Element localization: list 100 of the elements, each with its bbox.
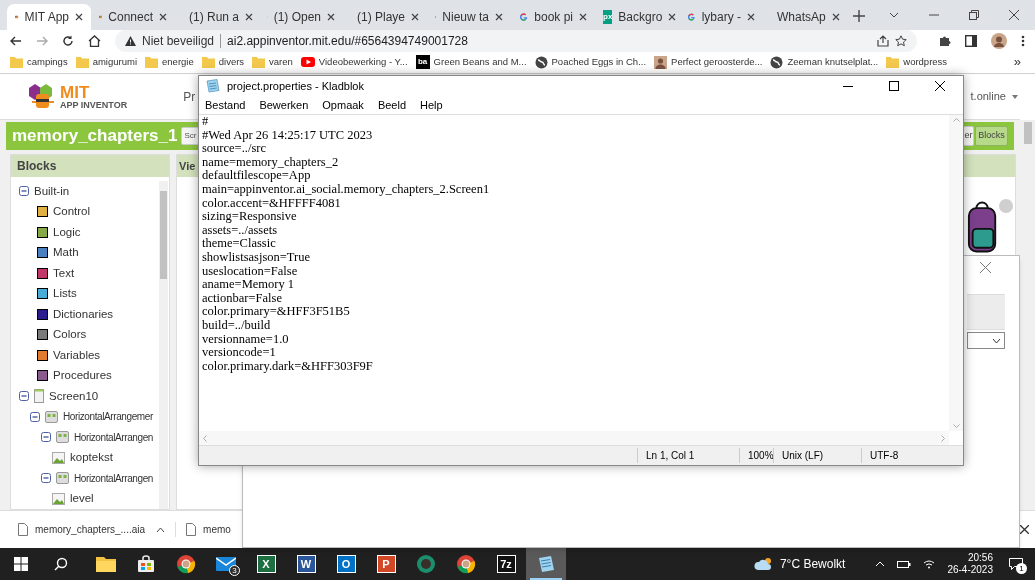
close-icon[interactable] <box>495 13 503 21</box>
collapse-icon[interactable] <box>30 411 40 422</box>
screen-button[interactable]: Scr <box>181 127 200 145</box>
battery-icon[interactable] <box>897 559 912 569</box>
restore-icon[interactable] <box>969 10 979 20</box>
browser-tab[interactable]: WhatsAp <box>763 4 847 30</box>
collapse-icon[interactable] <box>41 432 51 443</box>
browser-tab[interactable]: (1) Run a <box>175 4 259 30</box>
tree-item[interactable]: HorizontalArrangen <box>74 429 153 445</box>
tree-item[interactable]: HorizontalArrangen <box>74 470 153 486</box>
browser-tab[interactable]: lybary - <box>679 4 763 30</box>
bookmark[interactable]: campings <box>10 54 68 70</box>
menu-item[interactable]: Pr <box>183 87 196 106</box>
close-icon[interactable] <box>327 13 335 21</box>
close-icon[interactable] <box>411 13 420 21</box>
tree-item[interactable]: Variables <box>53 346 101 364</box>
tree-item[interactable]: Control <box>53 203 91 221</box>
account-menu[interactable]: t.online <box>970 88 1018 105</box>
download-item[interactable]: memo <box>186 522 231 537</box>
back-icon[interactable] <box>10 34 22 47</box>
tree-item[interactable]: koptekst <box>70 449 113 467</box>
avatar-icon[interactable] <box>991 32 1007 49</box>
page-scrollbar[interactable] <box>1020 120 1035 510</box>
more-icon[interactable] <box>1021 34 1025 47</box>
collapse-icon[interactable] <box>19 391 29 402</box>
close-icon[interactable] <box>159 13 167 21</box>
app-icon[interactable]: 7z <box>496 555 516 573</box>
shopping-bag-icon[interactable] <box>137 555 155 573</box>
app-icon[interactable]: O <box>336 555 356 573</box>
bookmark[interactable]: Videobewerking - Y... <box>300 54 408 70</box>
app-icon[interactable]: X <box>256 555 276 573</box>
menu-item[interactable]: Bestand <box>205 96 246 114</box>
browser-tab[interactable]: (1) Open <box>259 4 343 30</box>
tree-item[interactable]: Text <box>53 264 75 282</box>
mail-icon[interactable] <box>216 556 236 572</box>
scrollbar[interactable] <box>159 181 168 509</box>
reload-icon[interactable] <box>62 34 74 47</box>
notepad-icon[interactable] <box>537 555 555 573</box>
browser-tab[interactable]: MIT App <box>7 4 91 30</box>
tree-item[interactable]: level <box>70 490 94 508</box>
browser-tab[interactable]: (1) Playe <box>343 4 427 30</box>
close-icon[interactable] <box>579 13 587 21</box>
menu-item[interactable]: Help <box>420 96 443 114</box>
chevron-down-icon[interactable] <box>889 12 899 18</box>
download-item[interactable]: memory_chapters_....aia <box>18 522 177 537</box>
home-icon[interactable] <box>88 34 101 47</box>
app-icon[interactable]: P <box>376 555 396 573</box>
browser-tab[interactable]: book pi <box>511 4 595 30</box>
browser-tab[interactable]: Connect <box>91 4 175 30</box>
collapse-icon[interactable] <box>41 473 51 484</box>
view-toggle-button[interactable]: Blocks <box>975 126 1008 146</box>
clock[interactable]: 20:56 26-4-2023 <box>947 552 993 576</box>
plus-icon[interactable] <box>853 10 865 22</box>
menu-item[interactable]: Beeld <box>377 96 406 114</box>
more-bookmarks-button[interactable]: » <box>1013 52 1021 72</box>
bookmark[interactable]: Perfect geroosterde... <box>654 54 763 70</box>
bookmark[interactable]: amigurumi <box>75 54 138 70</box>
browser-tab[interactable]: Nieuw ta <box>427 4 511 30</box>
chevron-up-icon[interactable] <box>156 526 166 533</box>
bookmark[interactable]: Zeeman knutselplat... <box>770 54 879 70</box>
wifi-icon[interactable] <box>923 559 936 569</box>
dropdown[interactable] <box>967 332 1005 349</box>
tree-item[interactable]: HorizontalArrangemer <box>63 409 153 425</box>
bookmark[interactable]: Poached Eggs in Ch... <box>534 54 647 70</box>
tree-item[interactable]: Colors <box>53 326 87 344</box>
side-panel-icon[interactable] <box>965 34 977 47</box>
bookmark[interactable]: varen <box>252 54 293 70</box>
puzzle-icon[interactable] <box>939 34 951 47</box>
app-icon[interactable]: W <box>296 555 316 573</box>
windows-icon[interactable] <box>14 557 28 571</box>
close-icon[interactable] <box>1009 10 1019 20</box>
tree-item[interactable]: Dictionaries <box>53 305 114 323</box>
close-icon[interactable] <box>668 13 677 21</box>
tree-item[interactable]: Screen10 <box>49 387 99 405</box>
tree-item[interactable]: Procedures <box>53 367 112 385</box>
search-icon[interactable] <box>54 557 68 571</box>
menu-item[interactable]: Opmaak <box>322 96 364 114</box>
close-icon[interactable] <box>1020 525 1029 534</box>
tree-item[interactable]: Logic <box>53 223 81 241</box>
collapse-icon[interactable] <box>19 186 29 197</box>
tree-item[interactable]: Built-in <box>34 182 70 200</box>
menu-item[interactable]: Bewerken <box>259 96 309 114</box>
tree-item[interactable]: Math <box>53 244 79 262</box>
bookmark[interactable]: ba Green Beans and M... <box>415 54 527 70</box>
browser-tab[interactable]: px Backgro <box>595 4 679 30</box>
close-icon[interactable] <box>75 13 83 21</box>
folder-icon[interactable] <box>96 556 116 572</box>
address-bar[interactable]: Niet beveiligd ai2.appinventor.mit.edu/#6564394749001728 <box>115 29 917 52</box>
browser-icon[interactable] <box>416 554 436 574</box>
bookmark[interactable]: energie <box>145 54 194 70</box>
notification-icon[interactable] <box>1009 558 1023 570</box>
close-icon[interactable] <box>831 13 840 21</box>
bookmark[interactable]: wordpress <box>886 54 948 70</box>
share-icon[interactable] <box>877 34 889 47</box>
bookmark[interactable]: divers <box>201 54 245 70</box>
close-icon[interactable] <box>747 13 755 21</box>
close-icon[interactable] <box>245 13 254 21</box>
weather-text[interactable]: 7°C Bewolkt <box>779 555 846 573</box>
star-icon[interactable] <box>895 34 907 47</box>
tree-item[interactable]: Lists <box>53 285 77 303</box>
